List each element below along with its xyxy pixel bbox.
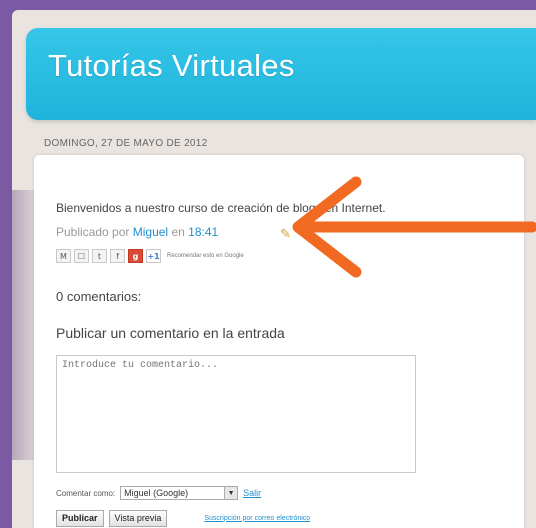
preview-button[interactable]: Vista previa (108, 509, 168, 527)
comment-actions: Publicar Vista previa Suscripción por co… (56, 509, 310, 527)
post-meta-middle: en (171, 225, 185, 239)
share-buttons: M ☐ t f g +1 Recomendar esto en Google (56, 249, 244, 263)
blogthis-share-icon[interactable]: ☐ (74, 249, 89, 263)
post-meta-prefix: Publicado por (56, 225, 130, 239)
post-meta: Publicado por Miguel en 18:41 (56, 225, 218, 239)
comment-as-row: Comentar como: Miguel (Google) ▼ Salir (56, 485, 261, 501)
post-time-link[interactable]: 18:41 (188, 225, 218, 239)
author-link[interactable]: Miguel (133, 225, 168, 239)
comment-as-value: Miguel (Google) (124, 488, 189, 498)
blog-title[interactable]: Tutorías Virtuales (48, 48, 295, 84)
left-decoration (12, 190, 34, 460)
comment-as-select[interactable]: Miguel (Google) ▼ (120, 486, 239, 500)
logout-link[interactable]: Salir (243, 488, 261, 498)
post-body: Bienvenidos a nuestro curso de creación … (56, 201, 386, 215)
comment-as-label: Comentar como: (56, 488, 116, 498)
post-date: DOMINGO, 27 DE MAYO DE 2012 (44, 138, 208, 149)
post-card: Bienvenidos a nuestro curso de creación … (34, 155, 524, 528)
plusone-button[interactable]: +1 (146, 249, 161, 263)
share-recommend-text: Recomendar esto en Google (167, 253, 244, 259)
google-share-icon[interactable]: g (128, 249, 143, 263)
subscribe-link[interactable]: Suscripción por correo electrónico (204, 515, 310, 522)
comments-count: 0 comentarios: (56, 289, 142, 304)
publish-button[interactable]: Publicar (56, 509, 104, 527)
facebook-share-icon[interactable]: f (110, 249, 125, 263)
email-share-icon[interactable]: M (56, 249, 71, 263)
twitter-share-icon[interactable]: t (92, 249, 107, 263)
pencil-icon[interactable]: ✎ (280, 226, 291, 242)
chevron-down-icon[interactable]: ▼ (224, 487, 238, 499)
browser-page: Tutorías Virtuales DOMINGO, 27 DE MAYO D… (12, 10, 536, 528)
comment-input[interactable] (56, 355, 416, 473)
comment-form-title: Publicar un comentario en la entrada (56, 325, 285, 341)
